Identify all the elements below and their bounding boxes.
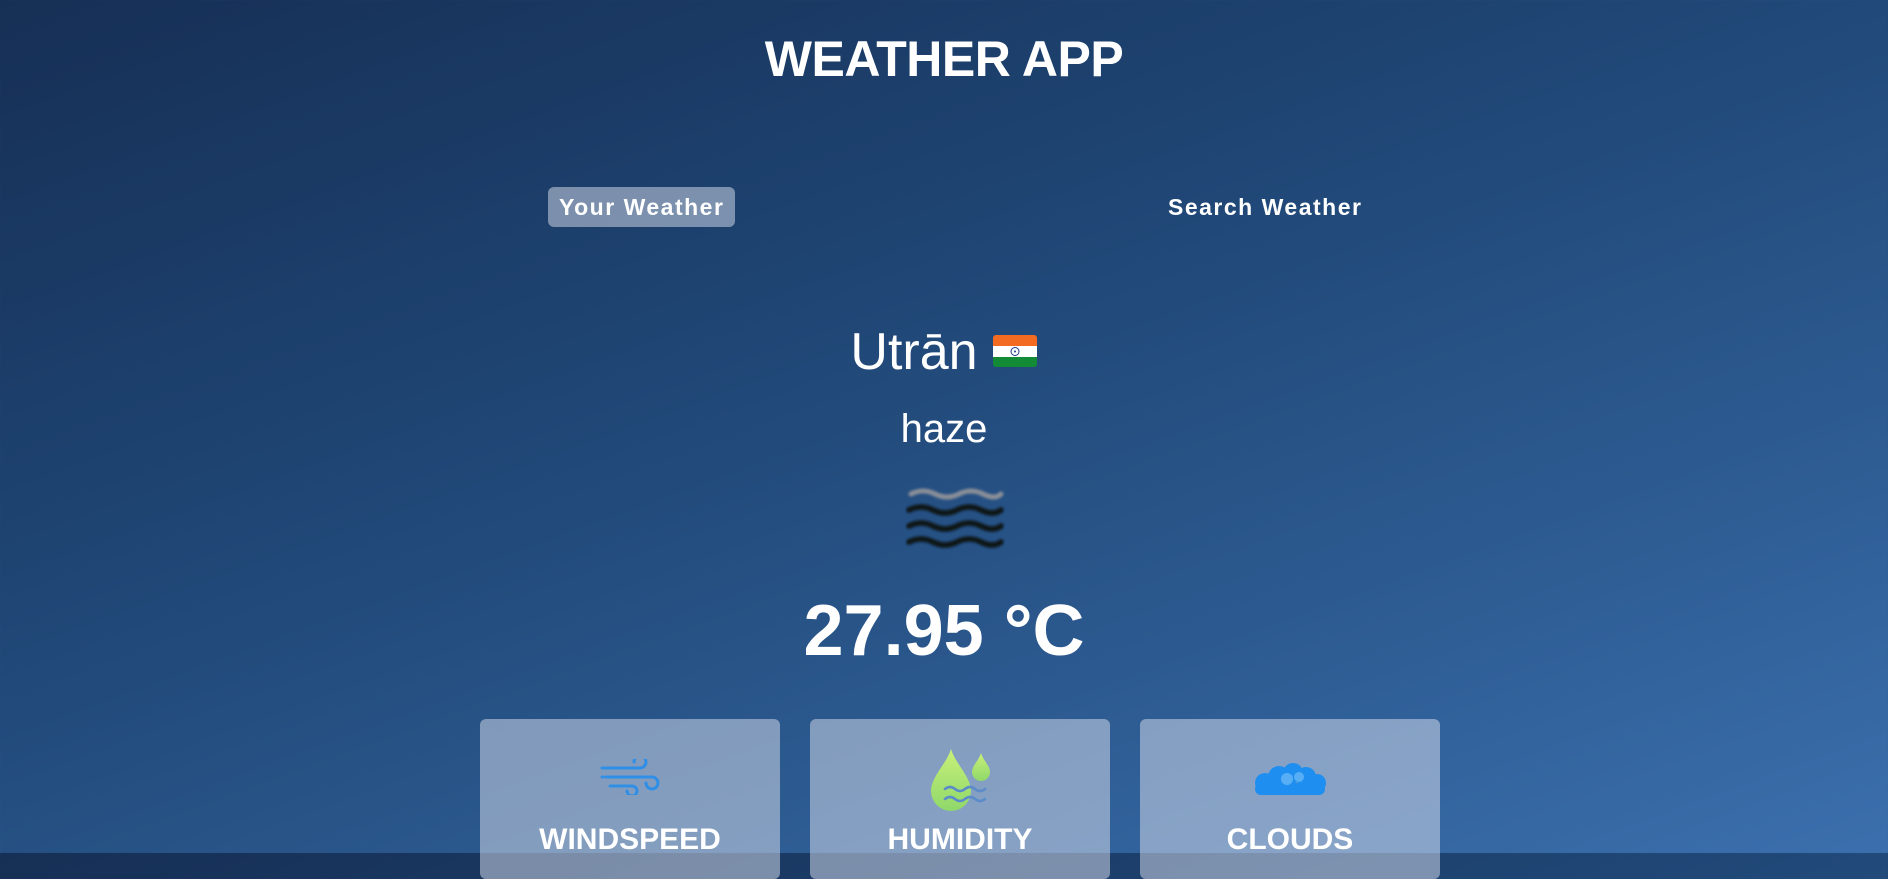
temperature: 27.95 °C	[803, 591, 1085, 671]
tab-bar: Your Weather Search Weather	[0, 187, 1888, 227]
city-name: Utrān	[850, 323, 978, 381]
app-title: WEATHER APP	[764, 31, 1124, 87]
weather-stats: WINDSPEED HUMIDITY CLOUDS	[0, 719, 1888, 879]
humidity-label: HUMIDITY	[887, 823, 1033, 856]
tab-search-weather[interactable]: Search Weather	[1157, 187, 1373, 227]
humidity-card: HUMIDITY	[810, 719, 1110, 879]
humidity-icon	[925, 747, 995, 818]
wind-icon	[600, 754, 660, 800]
clouds-label: CLOUDS	[1226, 823, 1354, 856]
weather-description: haze	[900, 407, 988, 451]
windspeed-label: WINDSPEED	[539, 823, 721, 856]
clouds-card: CLOUDS	[1140, 719, 1440, 879]
tab-your-weather[interactable]: Your Weather	[548, 187, 736, 227]
haze-icon	[905, 486, 1005, 552]
windspeed-card: WINDSPEED	[480, 719, 780, 879]
india-flag-icon	[992, 317, 1038, 385]
city-heading: Utrān	[0, 318, 1888, 389]
cloud-icon	[1251, 761, 1329, 802]
